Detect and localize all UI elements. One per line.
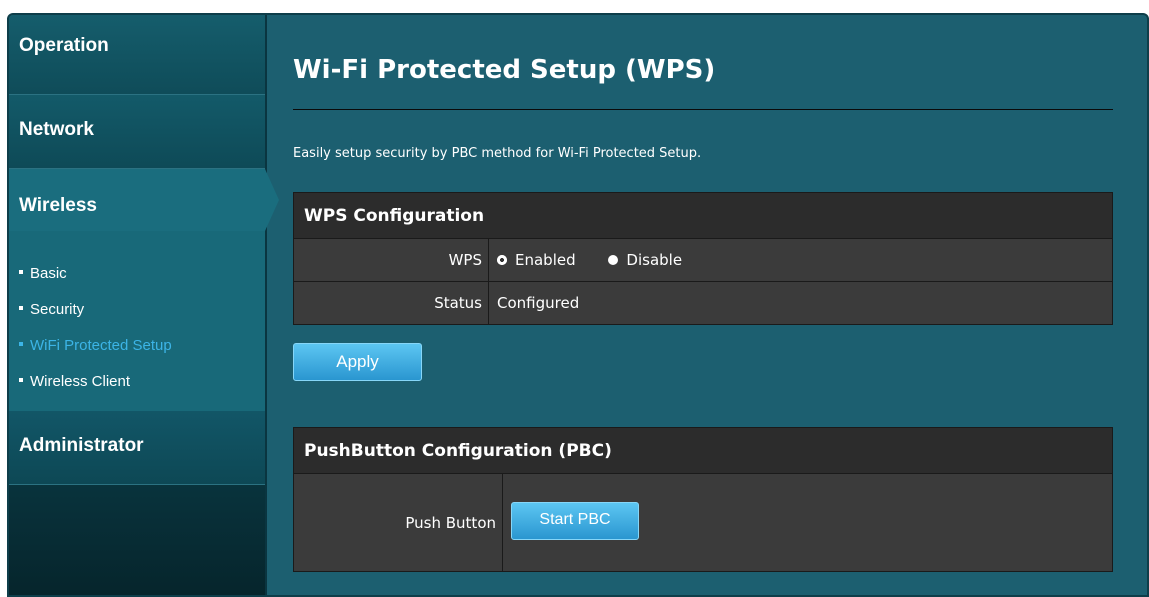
bullet-icon	[19, 306, 23, 311]
bullet-icon	[19, 270, 23, 275]
sidebar-item-security[interactable]: Security	[19, 301, 84, 318]
status-label: Status	[293, 281, 489, 325]
wps-label: WPS	[293, 238, 489, 282]
sidebar: Operation Network Wireless Basic Securit…	[9, 15, 267, 595]
sidebar-item-label: Security	[30, 301, 85, 318]
wireless-submenu: Basic Security WiFi Protected Setup Wire…	[9, 231, 265, 412]
router-admin-frame: Operation Network Wireless Basic Securit…	[7, 13, 1149, 597]
bullet-icon	[19, 342, 23, 347]
nav-operation[interactable]: Operation	[9, 15, 265, 95]
wps-disable-label: Disable	[626, 251, 683, 269]
sidebar-item-wireless-client[interactable]: Wireless Client	[19, 373, 130, 390]
wps-enabled-label: Enabled	[515, 251, 576, 269]
start-pbc-button[interactable]: Start PBC	[511, 501, 639, 540]
radio-selected-icon	[497, 255, 507, 265]
wps-configuration-header: WPS Configuration	[293, 192, 1113, 239]
active-section-arrow-icon	[265, 169, 279, 231]
pbc-configuration-header: PushButton Configuration (PBC)	[293, 427, 1113, 474]
nav-network[interactable]: Network	[9, 95, 265, 169]
nav-administrator[interactable]: Administrator	[9, 411, 265, 485]
push-button-label: Push Button	[293, 473, 503, 572]
wps-enabled-radio[interactable]: Enabled	[497, 251, 576, 269]
push-button-cell: Start PBC	[502, 473, 1113, 572]
wps-disable-radio[interactable]: Disable	[608, 251, 682, 269]
radio-unselected-icon	[608, 255, 619, 265]
sidebar-item-label: Wireless Client	[30, 373, 131, 390]
wps-options: Enabled Disable	[488, 238, 1113, 282]
apply-button[interactable]: Apply	[293, 343, 422, 381]
wps-configuration-table: WPS Configuration WPS Enabled Disable St…	[293, 192, 1113, 325]
sidebar-item-label: Basic	[30, 265, 67, 282]
sidebar-item-basic[interactable]: Basic	[19, 265, 67, 282]
sidebar-item-label: WiFi Protected Setup	[30, 337, 172, 354]
sidebar-item-wifi-protected-setup[interactable]: WiFi Protected Setup	[19, 337, 172, 354]
nav-wireless[interactable]: Wireless	[9, 169, 265, 231]
pbc-configuration-table: PushButton Configuration (PBC) Push Butt…	[293, 427, 1113, 572]
title-divider	[293, 109, 1113, 110]
page-title: Wi-Fi Protected Setup (WPS)	[293, 55, 716, 85]
status-value: Configured	[488, 281, 1113, 325]
bullet-icon	[19, 378, 23, 383]
page-description: Easily setup security by PBC method for …	[293, 146, 702, 161]
